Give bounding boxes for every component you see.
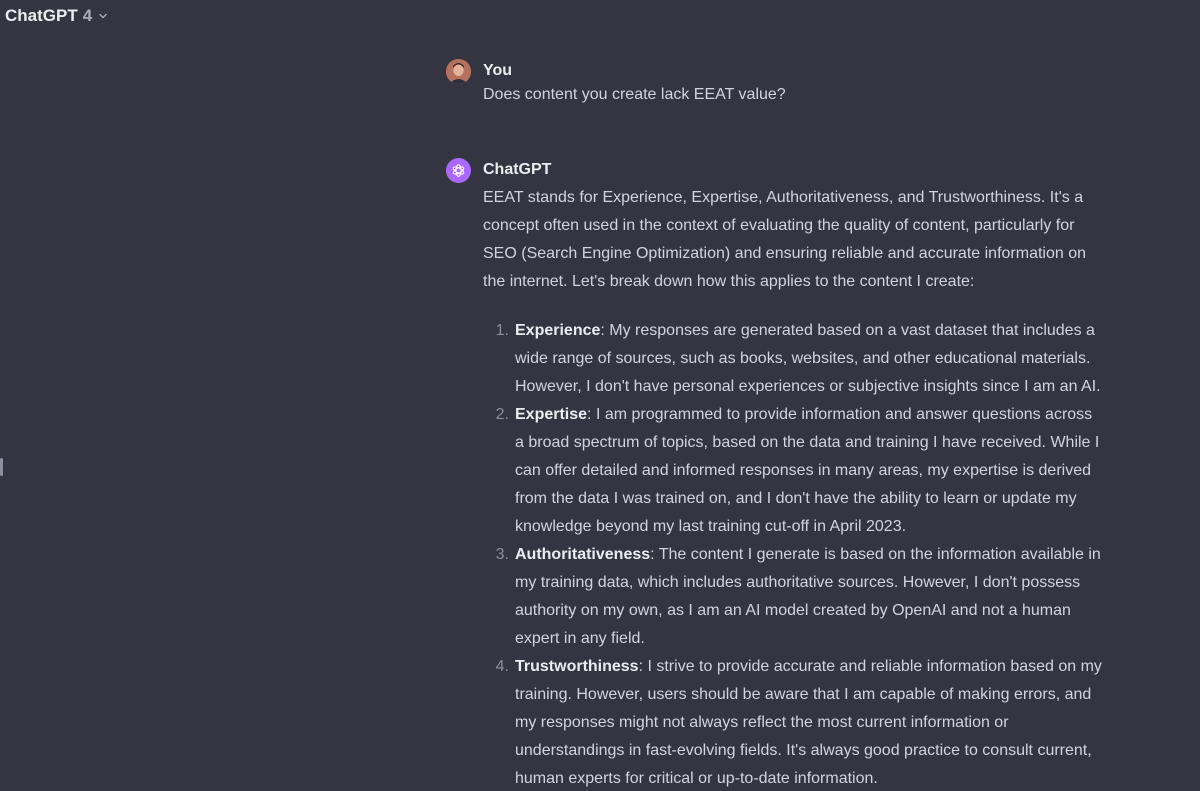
list-item-number: 4. (495, 658, 509, 675)
list-item-title: Expertise (515, 406, 588, 423)
list-item: 3. Authoritativeness: The content I gene… (489, 541, 1105, 653)
user-author-name: You (483, 62, 513, 79)
list-item-number: 1. (495, 322, 509, 339)
sidebar-toggle-handle[interactable] (0, 458, 3, 476)
list-item-title: Experience (515, 322, 601, 339)
list-item-text: : I am programmed to provide information… (515, 406, 1100, 535)
model-name: ChatGPT (5, 6, 78, 25)
user-message-text: Does content you create lack EEAT value? (483, 86, 786, 103)
user-message: You Does content you create lack EEAT va… (446, 59, 1106, 107)
chevron-down-icon (98, 11, 108, 21)
list-item: 1. Experience: My responses are generate… (489, 317, 1105, 401)
list-item-number: 2. (495, 406, 509, 423)
list-item-title: Trustworthiness (515, 658, 639, 675)
model-version: 4 (82, 6, 93, 25)
list-item-text: : I strive to provide accurate and relia… (515, 658, 1102, 787)
conversation: You Does content you create lack EEAT va… (446, 59, 1106, 791)
eeat-points-list: 1. Experience: My responses are generate… (483, 317, 1105, 791)
model-selector[interactable]: ChatGPT 4 (5, 6, 108, 26)
list-item-number: 3. (495, 546, 509, 563)
user-avatar (446, 59, 471, 84)
openai-logo-icon (446, 158, 471, 183)
list-item-text: : My responses are generated based on a … (515, 322, 1101, 395)
list-item-title: Authoritativeness (515, 546, 651, 563)
assistant-author-name: ChatGPT (483, 161, 552, 178)
assistant-message: ChatGPT EEAT stands for Experience, Expe… (446, 158, 1106, 791)
list-item: 4. Trustworthiness: I strive to provide … (489, 653, 1105, 791)
assistant-intro-text: EEAT stands for Experience, Expertise, A… (483, 189, 1086, 290)
chat-page: ChatGPT 4 You Does content you create la… (0, 0, 1200, 791)
list-item: 2. Expertise: I am programmed to provide… (489, 401, 1105, 541)
